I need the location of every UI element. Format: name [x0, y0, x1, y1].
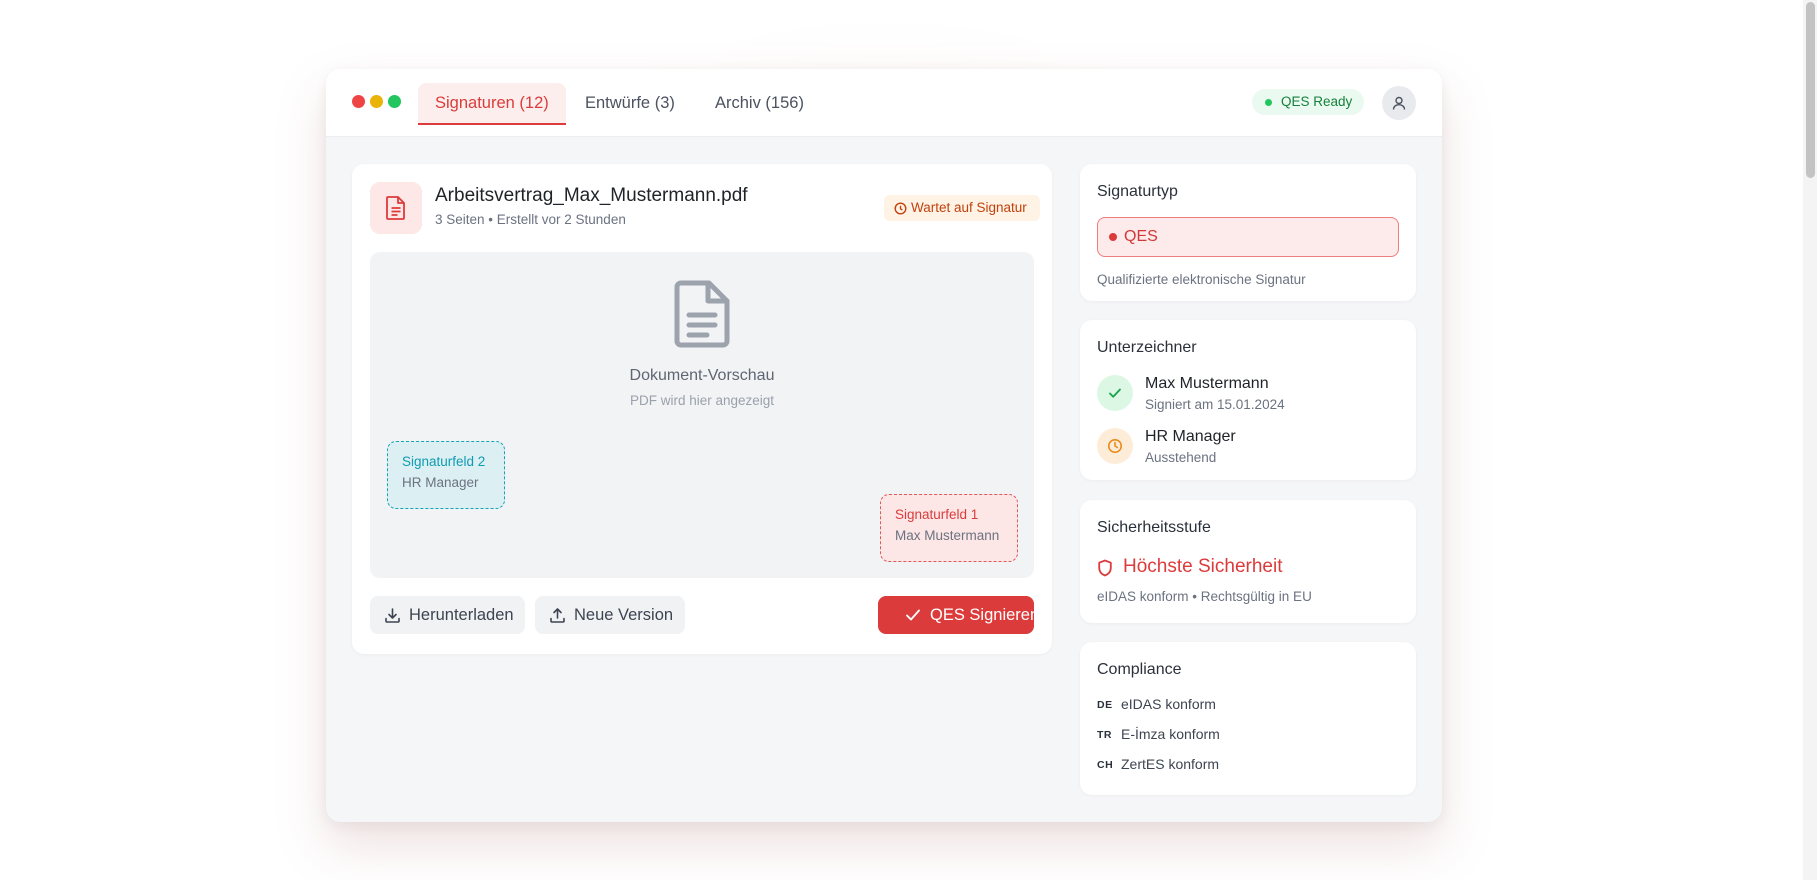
download-button[interactable]: Herunterladen: [370, 596, 525, 634]
signers-title: Unterzeichner: [1097, 339, 1197, 356]
user-avatar[interactable]: [1382, 86, 1416, 120]
country-code: DE: [1097, 699, 1113, 711]
window-maximize-dot[interactable]: [388, 95, 401, 108]
signature-field-signer: HR Manager: [402, 475, 479, 490]
qes-ready-badge: QES Ready: [1252, 89, 1364, 115]
signer-item: HR Manager Ausstehend: [1097, 426, 1397, 466]
pending-status: [1097, 428, 1133, 464]
tab-entwuerfe[interactable]: Entwürfe (3): [568, 83, 692, 123]
title-bar: Signaturen (12) Entwürfe (3) Archiv (156…: [326, 69, 1442, 137]
country-code: TR: [1097, 729, 1112, 741]
tab-archiv[interactable]: Archiv (156): [698, 83, 821, 123]
signature-type-title: Signaturtyp: [1097, 183, 1178, 200]
upload-icon: [550, 608, 565, 623]
signature-field-label: Signaturfeld 1: [895, 507, 979, 522]
document-icon: [674, 280, 730, 348]
qes-sign-button[interactable]: QES Signieren: [878, 596, 1039, 634]
scrollbar-thumb[interactable]: [1806, 2, 1815, 178]
document-preview[interactable]: Dokument-Vorschau PDF wird hier angezeig…: [370, 252, 1034, 578]
compliance-label: ZertES konform: [1121, 756, 1220, 772]
compliance-title: Compliance: [1097, 661, 1182, 678]
page-scrollbar[interactable]: [1803, 0, 1817, 880]
pdf-file-icon: [386, 196, 405, 220]
security-description: eIDAS konform • Rechtsgültig in EU: [1097, 589, 1312, 604]
qes-ready-label: QES Ready: [1281, 94, 1353, 109]
signer-item: Max Mustermann Signiert am 15.01.2024: [1097, 373, 1397, 413]
signature-type-value: QES: [1124, 228, 1158, 245]
app-window: Signaturen (12) Entwürfe (3) Archiv (156…: [326, 69, 1442, 822]
status-dot-icon: [1265, 99, 1272, 106]
document-card: Arbeitsvertrag_Max_Mustermann.pdf 3 Seit…: [352, 164, 1052, 654]
compliance-label: E-İmza konform: [1121, 726, 1220, 742]
signer-status: Signiert am 15.01.2024: [1145, 397, 1285, 412]
signature-field-1[interactable]: Signaturfeld 1 Max Mustermann: [880, 494, 1018, 562]
signature-type-select[interactable]: QES: [1097, 217, 1399, 257]
check-icon: [906, 609, 920, 621]
signed-status: [1097, 375, 1133, 411]
compliance-label: eIDAS konform: [1121, 696, 1216, 712]
file-icon-box: [370, 182, 422, 234]
shield-icon: [1098, 559, 1112, 577]
user-icon: [1392, 96, 1406, 110]
security-level-label: Höchste Sicherheit: [1123, 556, 1283, 577]
tab-signaturen[interactable]: Signaturen (12): [418, 83, 566, 125]
signature-field-signer: Max Mustermann: [895, 528, 1000, 543]
file-name: Arbeitsvertrag_Max_Mustermann.pdf: [435, 185, 748, 206]
selected-dot-icon: [1109, 233, 1117, 241]
country-code: CH: [1097, 759, 1114, 771]
signer-name: HR Manager: [1145, 428, 1236, 445]
security-card: Sicherheitsstufe Höchste Sicherheit eIDA…: [1080, 500, 1416, 623]
preview-title: Dokument-Vorschau: [629, 367, 775, 384]
new-version-button[interactable]: Neue Version: [535, 596, 685, 634]
signer-name: Max Mustermann: [1145, 375, 1269, 392]
clock-icon: [1108, 439, 1122, 453]
preview-subtitle: PDF wird hier angezeigt: [629, 393, 775, 408]
signature-type-description: Qualifizierte elektronische Signatur: [1097, 272, 1306, 287]
check-icon: [1109, 388, 1121, 398]
compliance-card: Compliance DE eIDAS konform TR E-İmza ko…: [1080, 642, 1416, 795]
signature-type-card: Signaturtyp QES Qualifizierte elektronis…: [1080, 164, 1416, 301]
security-title: Sicherheitsstufe: [1097, 519, 1211, 536]
file-meta: 3 Seiten • Erstellt vor 2 Stunden: [435, 212, 626, 227]
window-close-dot[interactable]: [352, 95, 365, 108]
status-label: Wartet auf Signatur: [911, 200, 1027, 215]
download-label: Herunterladen: [409, 606, 514, 624]
new-version-label: Neue Version: [574, 606, 674, 624]
signature-field-label: Signaturfeld 2: [402, 454, 486, 469]
signers-card: Unterzeichner Max Mustermann Signiert am…: [1080, 320, 1416, 480]
status-badge: Wartet auf Signatur: [884, 195, 1040, 221]
signer-status: Ausstehend: [1145, 450, 1217, 465]
signature-field-2[interactable]: Signaturfeld 2 HR Manager: [387, 441, 505, 509]
download-icon: [385, 608, 400, 623]
qes-sign-label: QES Signieren: [930, 606, 1040, 624]
clock-icon: [894, 202, 907, 215]
window-minimize-dot[interactable]: [370, 95, 383, 108]
